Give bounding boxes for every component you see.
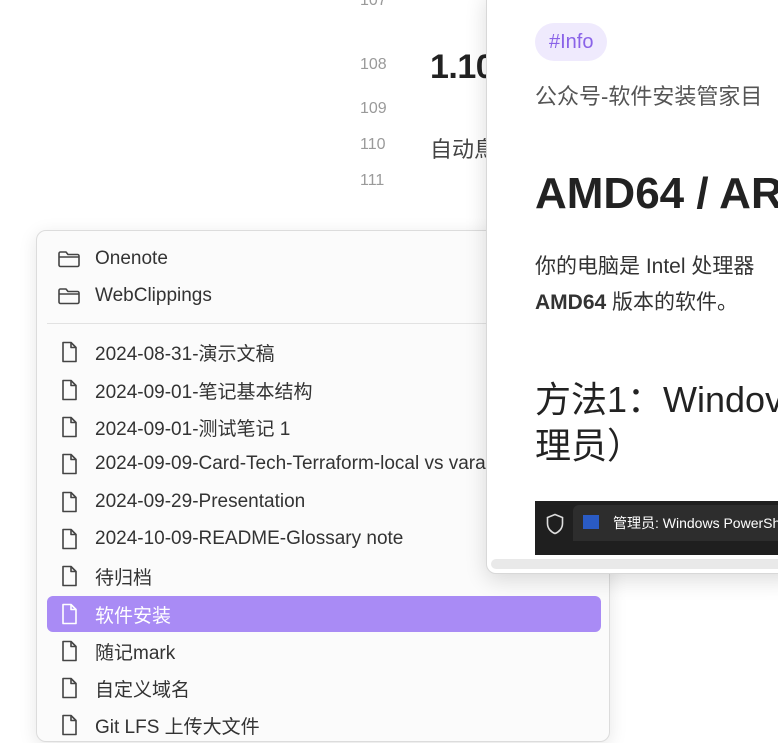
embedded-screenshot: 管理员: Windows PowerSh: [535, 501, 778, 555]
folder-label: Onenote: [95, 248, 168, 269]
preview-text: 公众号-软件安装管家目: [535, 84, 763, 109]
line-number: 110: [360, 136, 386, 153]
file-item[interactable]: 自定义域名: [47, 670, 601, 706]
preview-paragraph-line: AMD64 版本的软件。: [535, 285, 754, 321]
heading-line: 理员）: [535, 425, 644, 466]
file-icon: [57, 564, 81, 588]
file-item-selected[interactable]: 软件安装: [47, 596, 601, 632]
line-number: 107: [360, 0, 387, 9]
file-icon: [57, 452, 81, 476]
paragraph-text: 版本的软件。: [606, 291, 739, 314]
line-number: 108: [360, 56, 387, 73]
file-icon: [57, 676, 81, 700]
folder-label: WebClippings: [95, 285, 212, 306]
shield-icon: [545, 513, 565, 540]
file-label: 2024-09-01-测试笔记 1: [95, 418, 291, 440]
file-label: 2024-10-09-README-Glossary note: [95, 528, 404, 549]
powershell-icon: [583, 515, 599, 529]
file-icon: [57, 415, 81, 439]
file-icon: [57, 639, 81, 663]
line-number: 111: [360, 172, 385, 189]
file-label: 2024-09-29-Presentation: [95, 491, 306, 512]
line-number: 109: [360, 100, 387, 117]
preview-heading-1: AMD64 / AR: [535, 169, 778, 218]
preview-heading-2: 方法1：Windov 理员）: [535, 377, 778, 469]
heading-line: 方法1：Windov: [535, 379, 778, 420]
folder-icon: [57, 247, 81, 271]
file-icon: [57, 378, 81, 402]
file-label: 2024-09-09-Card-Tech-Terraform-local vs …: [95, 453, 486, 474]
file-label: Git LFS 上传大文件: [95, 716, 260, 738]
bold-text: AMD64: [535, 291, 607, 314]
terminal-title: 管理员: Windows PowerSh: [613, 515, 778, 531]
editor-heading: 1.10: [430, 48, 495, 86]
preview-paragraph: 你的电脑是 Intel 处理器 AMD64 版本的软件。: [535, 249, 754, 321]
file-label: 待归档: [95, 567, 153, 589]
file-label: 自定义域名: [95, 679, 191, 701]
note-preview-popover[interactable]: #Info 公众号-软件安装管家目 AMD64 / AR 你的电脑是 Intel…: [486, 0, 778, 574]
file-item[interactable]: Git LFS 上传大文件: [47, 707, 601, 743]
file-icon: [57, 490, 81, 514]
horizontal-scrollbar[interactable]: [491, 559, 778, 569]
preview-paragraph-line: 你的电脑是 Intel 处理器: [535, 255, 755, 278]
file-label: 随记mark: [95, 642, 176, 664]
file-label: 软件安装: [95, 605, 172, 627]
file-icon: [57, 713, 81, 737]
file-icon: [57, 602, 81, 626]
file-icon: [57, 527, 81, 551]
file-label: 2024-08-31-演示文稿: [95, 343, 275, 365]
file-label: 2024-09-01-笔记基本结构: [95, 381, 313, 403]
tag-pill[interactable]: #Info: [535, 23, 608, 61]
file-item[interactable]: 随记mark: [47, 633, 601, 669]
file-icon: [57, 340, 81, 364]
folder-icon: [57, 284, 81, 308]
